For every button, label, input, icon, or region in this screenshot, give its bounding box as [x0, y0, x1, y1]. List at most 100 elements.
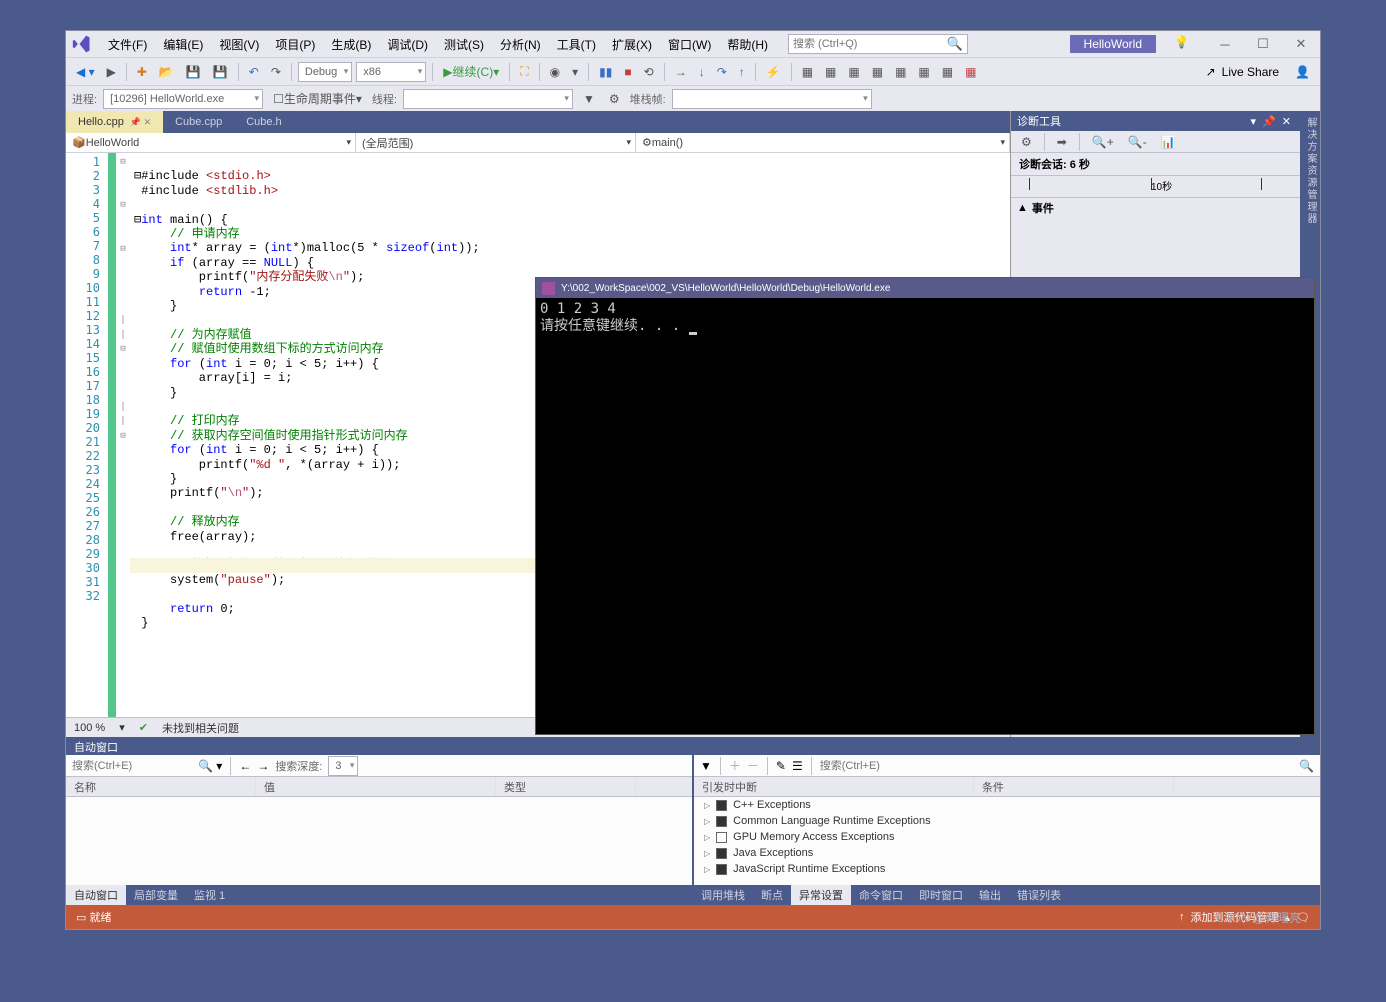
checkbox[interactable] [716, 800, 727, 811]
menu-item[interactable]: 工具(T) [549, 35, 604, 55]
exception-row[interactable]: ▷Common Language Runtime Exceptions [694, 813, 1320, 829]
column-header[interactable]: 名称 [66, 777, 256, 796]
menu-item[interactable]: 编辑(E) [155, 35, 211, 55]
bottom-tab[interactable]: 命令窗口 [851, 885, 911, 905]
panel-close-icon[interactable]: ✕ [1279, 115, 1294, 128]
tool-icon-h[interactable]: ▦ [938, 61, 957, 83]
step-into-icon[interactable]: ↓ [695, 61, 709, 83]
nav-scope-project[interactable]: 📦 HelloWorld [66, 133, 356, 152]
zoom-in-icon[interactable]: 🔍+ [1088, 131, 1118, 153]
depth-combo[interactable]: 3 [328, 756, 358, 776]
menu-item[interactable]: 扩展(X) [604, 35, 660, 55]
nav-back-button[interactable]: ◀ ▾ [72, 61, 99, 83]
step-over-icon[interactable]: ↷ [713, 61, 731, 83]
close-button[interactable]: ✕ [1288, 34, 1314, 54]
undo-icon[interactable]: ↶ [245, 61, 263, 83]
filter-icon[interactable]: ▼ [579, 88, 599, 110]
open-icon[interactable]: 📂 [155, 61, 178, 83]
save-icon[interactable]: 💾 [182, 61, 205, 83]
bottom-tab[interactable]: 异常设置 [791, 885, 851, 905]
diag-forward-icon[interactable]: ➡ [1053, 131, 1071, 153]
restart-icon[interactable]: ⟲ [640, 61, 658, 83]
lifecycle-icon[interactable]: ☐ 生命周期事件 ▾ [269, 88, 366, 110]
console-window[interactable]: Y:\002_WorkSpace\002_VS\HelloWorld\Hello… [535, 277, 1315, 735]
nav-left-icon[interactable]: ← [239, 759, 251, 773]
bottom-tab[interactable]: 错误列表 [1009, 885, 1069, 905]
editor-tab[interactable]: Hello.cpp📌 ✕ [66, 111, 163, 133]
menu-item[interactable]: 项目(P) [267, 35, 323, 55]
bottom-tab[interactable]: 监视 1 [186, 885, 233, 905]
tool-icon-2[interactable]: ◉ [546, 61, 564, 83]
checkbox[interactable] [716, 864, 727, 875]
edit-icon[interactable]: ✎ [776, 759, 786, 773]
redo-icon[interactable]: ↷ [267, 61, 285, 83]
process-combo[interactable]: [10296] HelloWorld.exe [103, 89, 263, 109]
exception-row[interactable]: ▷C++ Exceptions [694, 797, 1320, 813]
tool-icon-i[interactable]: ▦ [961, 61, 980, 83]
maximize-button[interactable]: ☐ [1250, 34, 1276, 54]
menu-item[interactable]: 调试(D) [379, 35, 436, 55]
exceptions-search-input[interactable] [820, 760, 1293, 772]
tool-icon-g[interactable]: ▦ [914, 61, 933, 83]
bottom-tab[interactable]: 输出 [971, 885, 1009, 905]
continue-button[interactable]: ▶ 继续(C) ▾ [439, 61, 503, 83]
bottom-tab[interactable]: 即时窗口 [911, 885, 971, 905]
nav-fwd-button[interactable]: ▶ [103, 61, 120, 83]
checkbox[interactable] [716, 816, 727, 827]
nav-scope-function[interactable]: ⚙ main() [636, 133, 1010, 152]
save-all-icon[interactable]: 💾 [209, 61, 232, 83]
tool-icon-3[interactable]: ▾ [568, 61, 582, 83]
menu-item[interactable]: 帮助(H) [719, 35, 776, 55]
autos-body[interactable] [66, 797, 692, 885]
menu-item[interactable]: 测试(S) [436, 35, 492, 55]
autos-search-input[interactable] [72, 760, 192, 772]
stackframe-combo[interactable] [672, 89, 872, 109]
column-header[interactable]: 条件 [974, 777, 1174, 796]
exception-row[interactable]: ▷JavaScript Runtime Exceptions [694, 861, 1320, 877]
thread-combo[interactable] [403, 89, 573, 109]
stop-icon[interactable]: ■ [620, 61, 635, 83]
editor-tab[interactable]: Cube.h [234, 111, 293, 133]
tool-icon-f[interactable]: ▦ [891, 61, 910, 83]
column-header[interactable]: 类型 [496, 777, 636, 796]
zoom-level[interactable]: 100 % [74, 722, 105, 734]
pause-icon[interactable]: ▮▮ [595, 61, 616, 83]
diag-events-section[interactable]: ▲ 事件 [1011, 198, 1300, 218]
menu-item[interactable]: 窗口(W) [660, 35, 719, 55]
live-share-button[interactable]: ↗ Live Share [1198, 63, 1287, 81]
panel-dropdown-icon[interactable]: ▾ [1248, 115, 1260, 128]
bottom-tab[interactable]: 自动窗口 [66, 885, 126, 905]
add-icon[interactable]: ＋ [729, 757, 741, 774]
tool-icon-1[interactable]: ⛶ [516, 61, 532, 83]
feedback-icon[interactable]: 💡 [1174, 35, 1192, 53]
tool-icon-a[interactable]: ⚡ [762, 61, 785, 83]
search-icon[interactable]: 🔍 ▾ [198, 759, 222, 773]
column-header[interactable]: 值 [256, 777, 496, 796]
menu-item[interactable]: 分析(N) [492, 35, 549, 55]
account-icon[interactable]: 👤 [1291, 61, 1314, 83]
exception-row[interactable]: ▷GPU Memory Access Exceptions [694, 829, 1320, 845]
diag-settings-icon[interactable]: ⚙ [1017, 131, 1036, 153]
nav-right-icon[interactable]: → [257, 759, 269, 773]
diag-timeline[interactable]: 10秒 [1011, 176, 1300, 198]
remove-icon[interactable]: － [747, 757, 759, 774]
bottom-tab[interactable]: 断点 [753, 885, 791, 905]
tool-icon-c[interactable]: ▦ [821, 61, 840, 83]
tool-icon-e[interactable]: ▦ [868, 61, 887, 83]
zoom-out-icon[interactable]: 🔍- [1124, 131, 1151, 153]
minimize-button[interactable]: ─ [1212, 34, 1238, 54]
new-project-icon[interactable]: ✚ [133, 61, 151, 83]
tool-icon-b[interactable]: ▦ [798, 61, 817, 83]
column-header[interactable]: 引发时中断 [694, 777, 974, 796]
bottom-tab[interactable]: 调用堆栈 [693, 885, 753, 905]
checkbox[interactable] [716, 832, 727, 843]
menu-item[interactable]: 视图(V) [211, 35, 267, 55]
tool-icon-d[interactable]: ▦ [844, 61, 863, 83]
menu-item[interactable]: 文件(F) [100, 35, 155, 55]
console-titlebar[interactable]: Y:\002_WorkSpace\002_VS\HelloWorld\Hello… [536, 278, 1314, 298]
quick-search-input[interactable] [793, 38, 963, 50]
search-icon[interactable]: 🔍 [1299, 759, 1314, 773]
config-combo[interactable]: Debug [298, 62, 352, 82]
step-icon-1[interactable]: → [671, 61, 691, 83]
bottom-tab[interactable]: 局部变量 [126, 885, 186, 905]
